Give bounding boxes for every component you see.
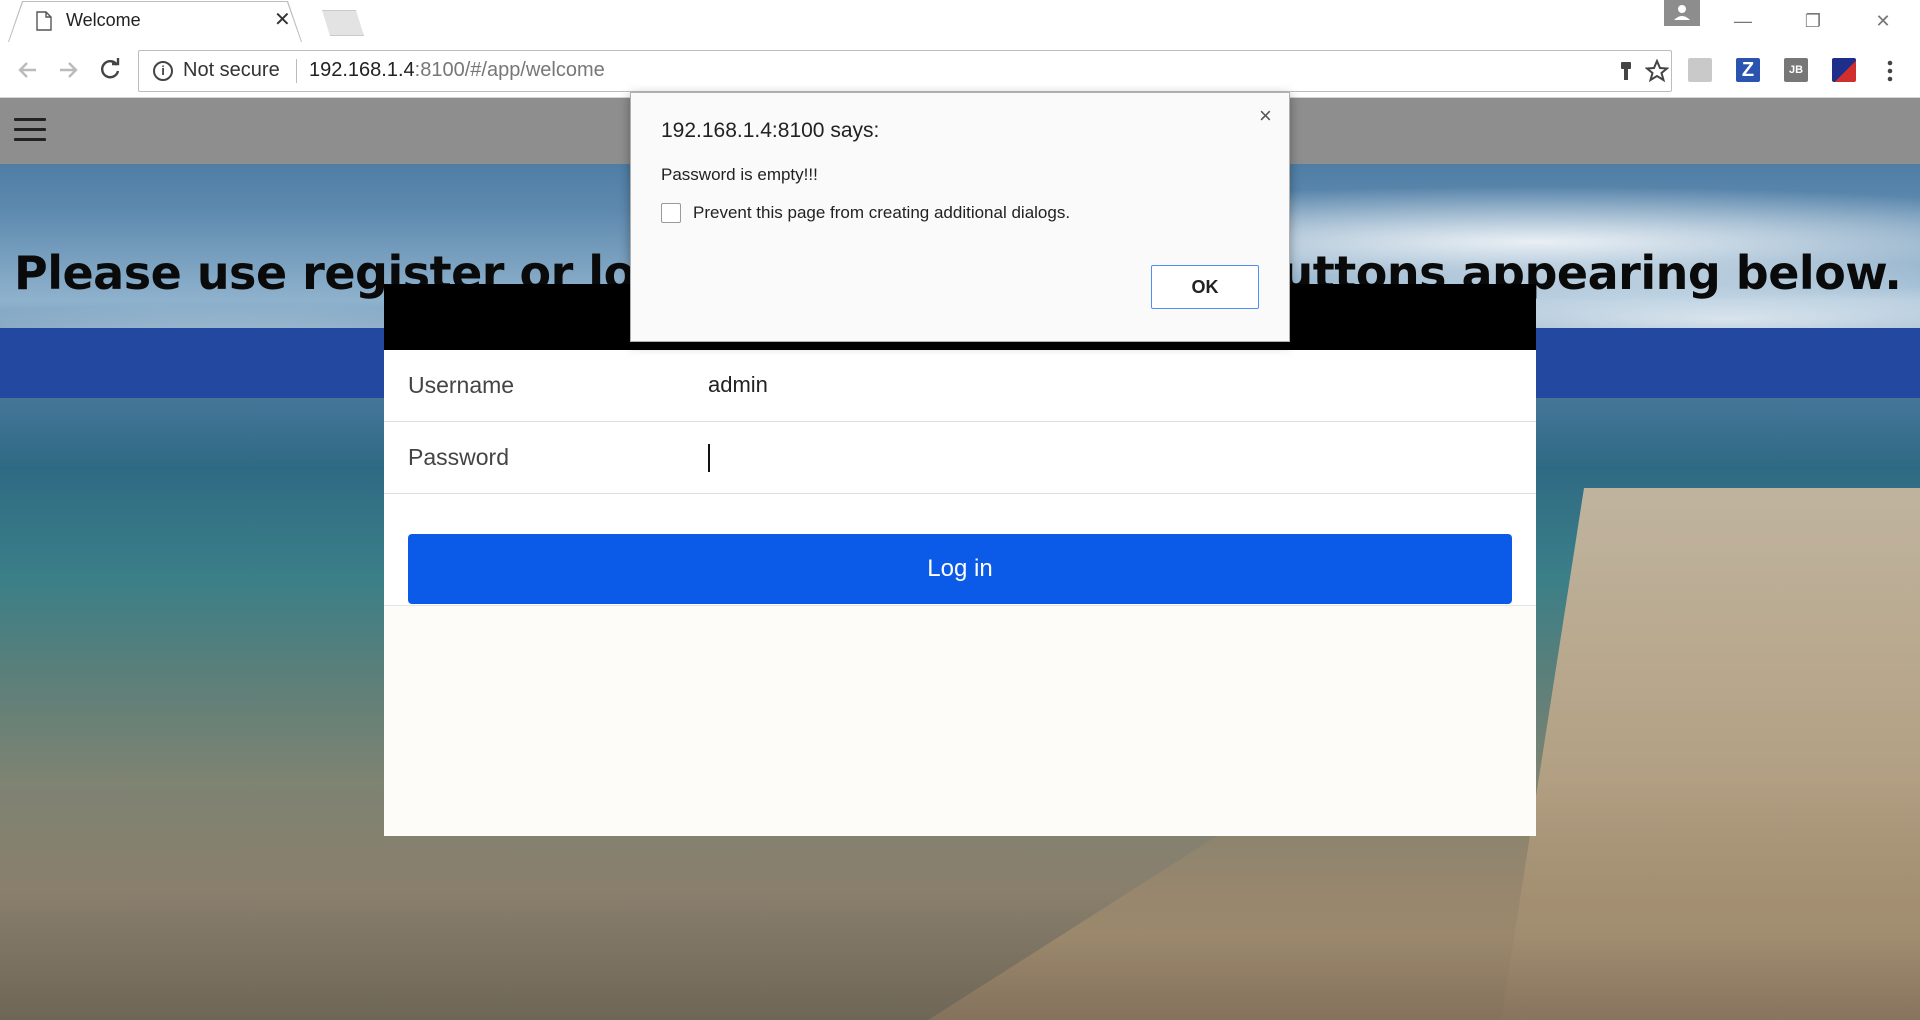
profile-button[interactable] (1664, 0, 1700, 26)
star-icon[interactable] (1645, 59, 1669, 83)
browser-tabstrip: Welcome ✕ — ❐ ✕ (0, 0, 1920, 42)
zotero-extension-icon[interactable]: Z (1736, 58, 1760, 82)
person-icon (1674, 5, 1690, 20)
browser-tab[interactable] (9, 2, 301, 42)
username-row[interactable]: Username admin (384, 350, 1536, 422)
forward-arrow-icon[interactable] (54, 56, 82, 84)
minimize-button[interactable]: — (1720, 6, 1766, 36)
username-label: Username (408, 372, 515, 398)
url-host: 192.168.1.4 (309, 59, 415, 81)
key-icon[interactable] (1615, 60, 1637, 82)
security-label[interactable]: Not secure (183, 59, 280, 82)
dialog-message: Password is empty!!! (661, 165, 818, 184)
info-icon[interactable]: i (153, 61, 173, 81)
prevent-dialogs-label[interactable]: Prevent this page from creating addition… (693, 203, 1070, 223)
tab-title: Welcome (66, 10, 141, 30)
close-window-button[interactable]: ✕ (1860, 6, 1906, 36)
password-label: Password (408, 444, 509, 470)
dialog-close-icon[interactable]: × (1259, 103, 1272, 129)
new-tab-button[interactable] (322, 10, 364, 36)
pdf-extension-icon[interactable] (1688, 58, 1712, 82)
address-separator (296, 59, 297, 83)
dialog-title: 192.168.1.4:8100 says: (661, 119, 880, 142)
browser-menu-icon[interactable] (1884, 58, 1896, 84)
dialog-ok-button[interactable]: OK (1151, 265, 1259, 309)
page-icon (36, 11, 52, 31)
username-field[interactable]: admin (708, 372, 768, 398)
prevent-dialogs-checkbox[interactable] (661, 203, 681, 223)
login-actions: Log in (384, 494, 1536, 606)
tab-close-icon[interactable]: ✕ (274, 9, 291, 31)
restore-button[interactable]: ❐ (1790, 6, 1836, 36)
alert-dialog: 192.168.1.4:8100 says: × Password is emp… (630, 92, 1290, 342)
jetbrains-extension-icon[interactable]: JB (1784, 58, 1808, 82)
address-bar[interactable]: i Not secure 192.168.1.4:8100/#/app/welc… (138, 50, 1672, 92)
hamburger-icon[interactable] (14, 118, 46, 142)
password-field[interactable] (708, 444, 710, 472)
url-path: :8100/#/app/welcome (414, 59, 605, 81)
password-row[interactable]: Password (384, 422, 1536, 494)
flag-extension-icon[interactable] (1832, 58, 1856, 82)
url-text[interactable]: 192.168.1.4:8100/#/app/welcome (309, 59, 605, 82)
login-button[interactable]: Log in (408, 534, 1512, 604)
reload-icon[interactable] (96, 56, 124, 84)
back-arrow-icon[interactable] (14, 56, 42, 84)
login-modal: Username admin Password Log in (384, 284, 1536, 836)
